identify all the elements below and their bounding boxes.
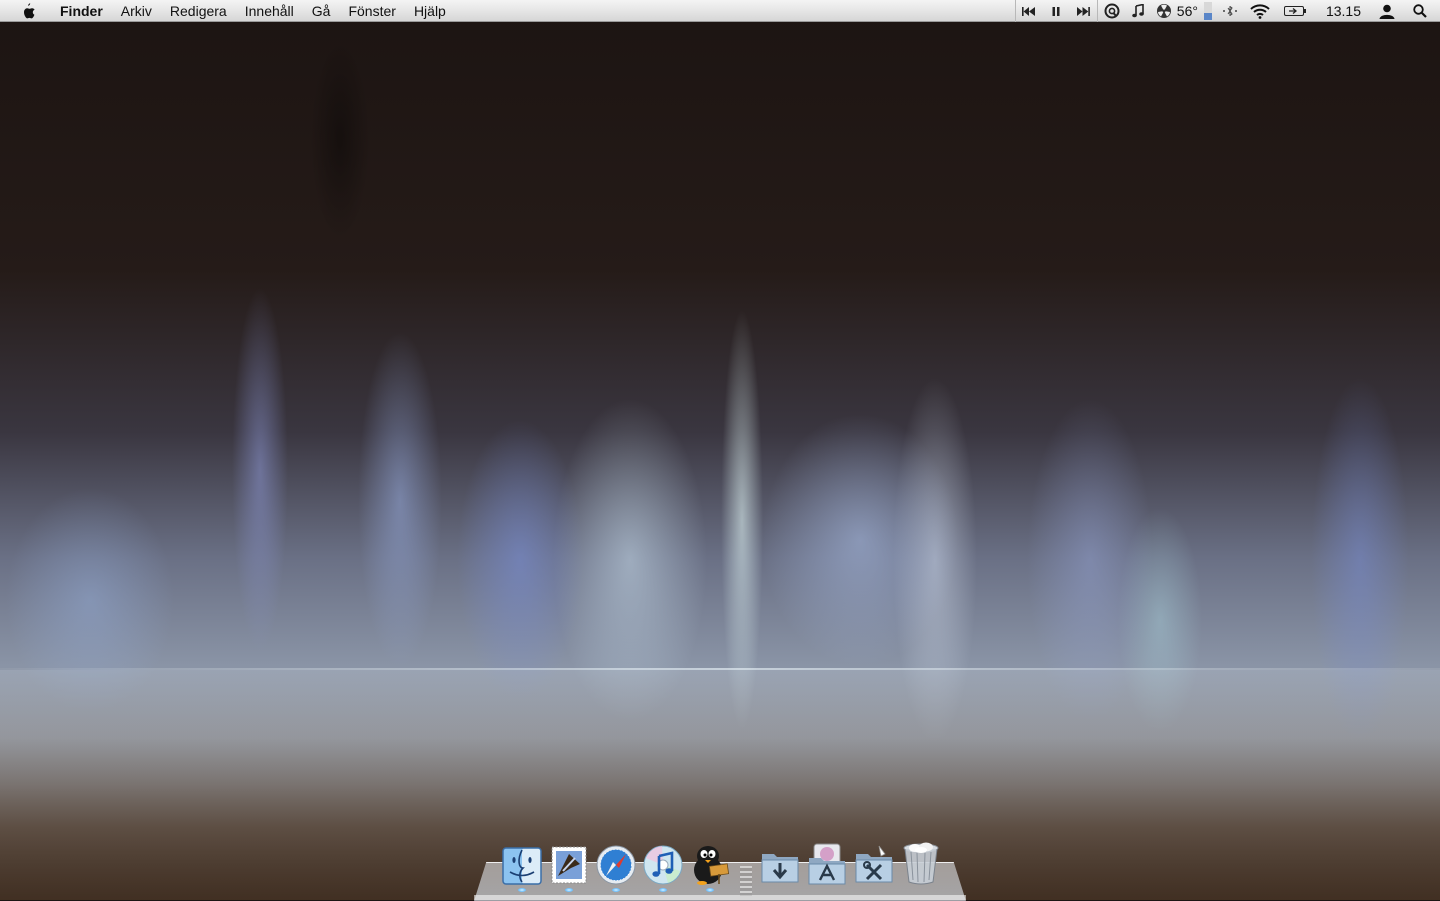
- menu-innehall[interactable]: Innehåll: [236, 0, 303, 22]
- menu-arkiv[interactable]: Arkiv: [112, 0, 161, 22]
- dock-mail[interactable]: [547, 838, 591, 886]
- bluetooth-icon[interactable]: [1216, 0, 1244, 22]
- media-controls: [1014, 0, 1098, 22]
- menu-fonster[interactable]: Fönster: [339, 0, 404, 22]
- user-icon[interactable]: [1371, 0, 1403, 22]
- cpu-meter-icon[interactable]: [1200, 0, 1216, 22]
- dock-running-indicator: [659, 888, 667, 892]
- dock-utilities-stack[interactable]: [852, 838, 896, 886]
- spotlight-search-icon[interactable]: [1403, 0, 1440, 22]
- safari-icon: [596, 845, 636, 885]
- menu-app-finder[interactable]: Finder: [51, 0, 112, 22]
- dock-applications-stack[interactable]: [805, 838, 849, 886]
- dock-itunes[interactable]: [641, 838, 685, 886]
- dock-downloads-stack[interactable]: [758, 838, 802, 886]
- dock-running-indicator: [706, 888, 714, 892]
- pause-icon[interactable]: [1043, 0, 1070, 22]
- dock-trash[interactable]: [899, 838, 943, 886]
- wallpaper-shadow: [310, 40, 370, 240]
- temperature-readout[interactable]: 56°: [1174, 0, 1200, 22]
- applications-stack-icon: [808, 843, 846, 885]
- dock-separator: [740, 866, 752, 896]
- menubar-clock[interactable]: 13.15: [1314, 0, 1371, 22]
- previous-track-icon[interactable]: [1016, 0, 1043, 22]
- apple-logo-icon[interactable]: [19, 2, 37, 20]
- fan-temperature-icon[interactable]: [1150, 0, 1174, 22]
- dock-finder[interactable]: [500, 838, 544, 886]
- menu-extras: 56° 13.15: [1014, 0, 1440, 22]
- menu-bar: Finder Arkiv Redigera Innehåll Gå Fönste…: [0, 0, 1440, 22]
- battery-icon[interactable]: [1276, 0, 1314, 22]
- dock-running-indicator: [565, 888, 573, 892]
- utilities-folder-icon: [855, 845, 893, 883]
- dock-running-indicator: [518, 888, 526, 892]
- dock-adium[interactable]: [688, 838, 732, 886]
- music-note-icon[interactable]: [1126, 0, 1150, 22]
- adium-icon: [694, 846, 730, 885]
- downloads-folder-icon: [761, 854, 799, 883]
- menu-hjalp[interactable]: Hjälp: [405, 0, 455, 22]
- menu-ga[interactable]: Gå: [303, 0, 340, 22]
- next-track-icon[interactable]: [1070, 0, 1097, 22]
- dock-shelf-edge: [474, 895, 966, 900]
- finder-icon: [502, 847, 542, 885]
- wifi-icon[interactable]: [1244, 0, 1276, 22]
- itunes-icon: [643, 845, 683, 885]
- trash-icon: [903, 842, 939, 885]
- menu-redigera[interactable]: Redigera: [161, 0, 236, 22]
- dock-safari[interactable]: [594, 838, 638, 886]
- desktop[interactable]: [0, 0, 1440, 900]
- dock-running-indicator: [612, 888, 620, 892]
- mail-icon: [551, 846, 587, 884]
- quicksilver-icon[interactable]: [1098, 0, 1126, 22]
